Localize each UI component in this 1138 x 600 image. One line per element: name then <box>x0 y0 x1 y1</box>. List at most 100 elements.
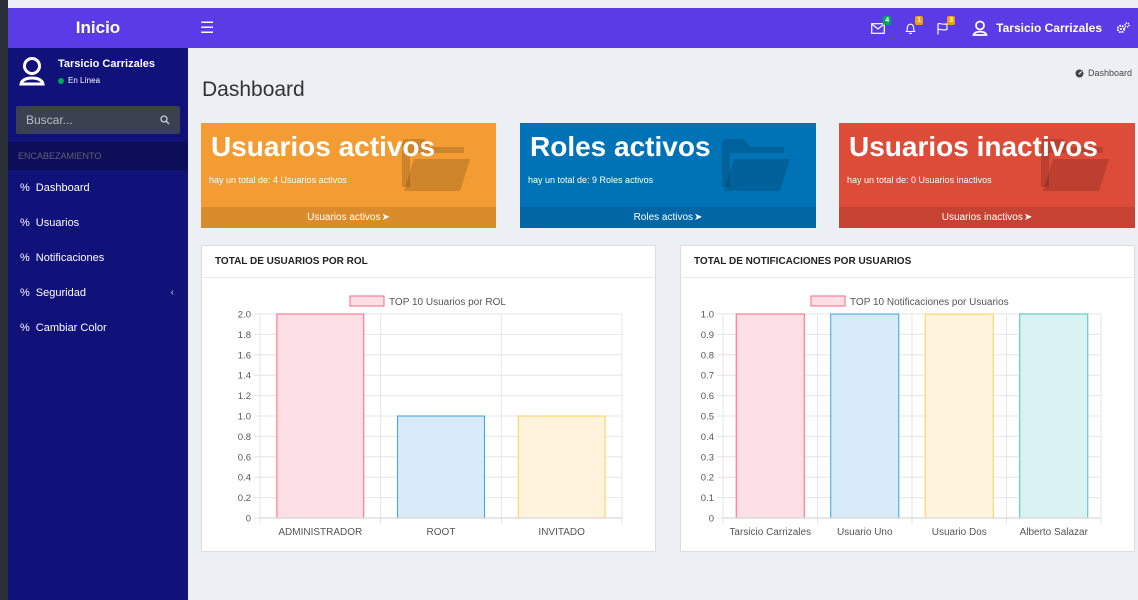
box-link[interactable]: Usuarios activos ➤ <box>201 207 496 228</box>
y-tick-label: 0.5 <box>701 412 714 423</box>
x-tick-label: ROOT <box>427 527 456 538</box>
x-tick-label: Usuario Dos <box>932 527 987 538</box>
sidebar-item-usuarios[interactable]: % Usuarios <box>8 205 188 240</box>
y-tick-label: 0.6 <box>701 391 714 402</box>
chart-bar <box>830 313 900 519</box>
messages-button[interactable]: 4 <box>862 8 894 48</box>
search-input[interactable] <box>26 113 160 127</box>
y-tick-label: 0.4 <box>238 473 251 484</box>
page-title: Dashboard <box>202 78 305 101</box>
box-link[interactable]: Usuarios inactivos ➤ <box>839 207 1135 228</box>
box-usuarios-inactivos: Usuarios inactivos hay un total de: 0 Us… <box>839 123 1135 228</box>
folder-open-icon <box>722 139 790 191</box>
sidebar-item-label: Cambiar Color <box>35 321 107 334</box>
sidebar-user-name: Tarsicio Carrizales <box>58 58 156 70</box>
sidebar-user-panel: Tarsicio Carrizales En Línea <box>8 48 188 100</box>
box-link-label: Usuarios activos <box>307 212 381 223</box>
y-tick-label: 0.2 <box>701 473 714 484</box>
sidebar-search <box>16 106 180 134</box>
sidebar-item-label: Notificaciones <box>35 251 105 264</box>
main-content: Dashboard Dashboard Usuarios activos hay… <box>188 48 1138 600</box>
x-tick-label: ADMINISTRADOR <box>278 527 362 538</box>
sidebar-item-label: Usuarios <box>35 216 80 229</box>
online-dot-icon <box>58 77 64 84</box>
arrow-circle-right-icon: ➤ <box>694 212 703 223</box>
user-status: En Línea <box>58 76 155 85</box>
y-tick-label: 0.2 <box>238 493 251 504</box>
user-name: Tarsicio Carrizales <box>996 21 1102 35</box>
breadcrumb[interactable]: Dashboard <box>1075 68 1132 78</box>
box-link-label: Roles activos <box>633 212 694 223</box>
top-navbar: Inicio ☰ 4 1 3 Tarsicio Carrizales <box>8 8 1138 48</box>
messages-badge: 4 <box>883 16 892 25</box>
panel-usuarios-por-rol: TOTAL DE USUARIOS POR ROL TOP 10 Usuario… <box>201 245 656 552</box>
box-link[interactable]: Roles activos ➤ <box>520 207 816 228</box>
x-tick-label: Alberto Salazar <box>1020 527 1089 538</box>
x-tick-label: Usuario Uno <box>837 527 893 538</box>
sidebar-item-notificaciones[interactable]: % Notificaciones <box>8 240 188 275</box>
link-icon: % <box>20 181 30 194</box>
y-tick-label: 2.0 <box>238 310 251 321</box>
box-title: Usuarios inactivos <box>849 131 1098 162</box>
box-subtitle: hay un total de: 4 Usuarios activos <box>209 175 347 185</box>
x-tick-label: INVITADO <box>538 527 585 538</box>
notifications-badge: 1 <box>915 16 924 25</box>
y-tick-label: 0 <box>709 514 714 525</box>
window-edge <box>0 0 8 600</box>
y-tick-label: 0.3 <box>701 452 714 463</box>
tasks-button[interactable]: 3 <box>926 8 958 48</box>
breadcrumb-label: Dashboard <box>1087 68 1132 78</box>
sidebar-item-cambiar-color[interactable]: % Cambiar Color <box>8 310 188 345</box>
chevron-left-icon: ‹ <box>170 287 174 298</box>
y-tick-label: 1.6 <box>238 350 251 361</box>
sidebar: Tarsicio Carrizales En Línea ENCABEZAMIE… <box>8 48 188 600</box>
app-logo[interactable]: Inicio <box>8 8 188 48</box>
dashboard-icon <box>1075 69 1084 77</box>
tasks-badge: 3 <box>947 16 956 25</box>
x-tick-label: Tarsicio Carrizales <box>729 527 811 538</box>
legend-swatch <box>810 295 846 307</box>
sidebar-item-label: Dashboard <box>35 181 90 194</box>
box-usuarios-activos: Usuarios activos hay un total de: 4 Usua… <box>201 123 496 228</box>
chart-bar <box>735 313 805 519</box>
navbar-right: 4 1 3 Tarsicio Carrizales <box>862 8 1138 48</box>
legend-swatch <box>349 295 385 307</box>
search-icon[interactable] <box>160 115 170 125</box>
panel-notificaciones-por-usuarios: TOTAL DE NOTIFICACIONES POR USUARIOS TOP… <box>680 245 1135 552</box>
app-window: Inicio ☰ 4 1 3 Tarsicio Carrizales Tarsi… <box>0 0 1138 600</box>
usuarios-por-rol-chart: TOP 10 Usuarios por ROL 2.0 1.8 1.6 1.4 1.2 1.… <box>238 295 623 538</box>
sidebar-item-seguridad[interactable]: % Seguridad ‹ <box>8 275 188 310</box>
box-subtitle: hay un total de: 0 Usuarios inactivos <box>847 175 992 185</box>
sidebar-item-dashboard[interactable]: % Dashboard <box>8 170 188 205</box>
y-tick-label: 0.7 <box>701 371 714 382</box>
y-tick-label: 0.9 <box>701 330 714 341</box>
menu-toggle-icon[interactable]: ☰ <box>200 18 214 38</box>
y-tick-label: 1.8 <box>238 330 251 341</box>
gears-icon <box>1116 22 1130 34</box>
arrow-circle-right-icon: ➤ <box>1023 212 1033 223</box>
panel-title: TOTAL DE USUARIOS POR ROL <box>202 246 655 278</box>
notificaciones-por-usuarios-chart: TOP 10 Notificaciones por Usuarios 1.0 0.9… <box>701 295 1102 538</box>
y-tick-label: 0.8 <box>701 350 714 361</box>
settings-button[interactable] <box>1116 22 1132 34</box>
link-icon: % <box>20 321 30 334</box>
notifications-button[interactable]: 1 <box>894 8 926 48</box>
arrow-circle-right-icon: ➤ <box>381 212 390 223</box>
y-tick-label: 0.1 <box>701 493 714 504</box>
y-tick-label: 0.6 <box>238 452 251 463</box>
box-title: Roles activos <box>530 131 711 162</box>
box-link-label: Usuarios inactivos <box>941 212 1023 223</box>
y-tick-label: 0 <box>246 514 251 525</box>
user-menu[interactable]: Tarsicio Carrizales <box>972 20 1102 36</box>
y-tick-label: 1.0 <box>701 310 714 321</box>
sidebar-item-label: Seguridad <box>35 286 86 299</box>
y-tick-label: 1.2 <box>238 391 251 402</box>
chart-bar <box>924 313 994 519</box>
box-roles-activos: Roles activos hay un total de: 9 Roles a… <box>520 123 816 228</box>
link-icon: % <box>20 216 30 229</box>
link-icon: % <box>20 251 30 264</box>
chart-bar <box>397 415 485 519</box>
box-subtitle: hay un total de: 9 Roles activos <box>528 175 654 185</box>
y-tick-label: 0.8 <box>238 432 251 443</box>
legend-label: TOP 10 Notificaciones por Usuarios <box>850 297 1009 308</box>
